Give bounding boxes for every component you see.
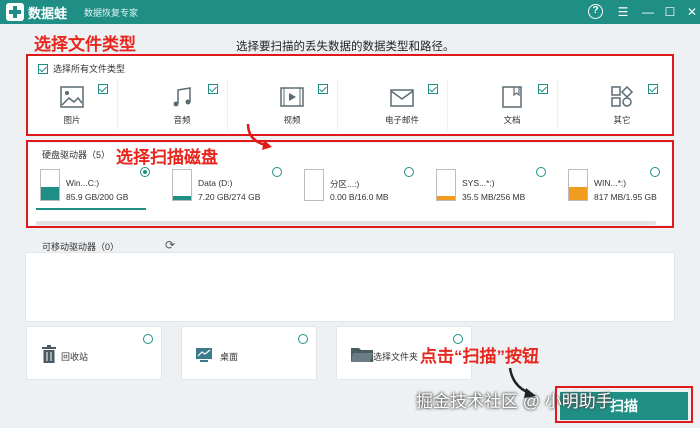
annotation-arrowhead xyxy=(262,140,272,150)
annotation-arrow-scan xyxy=(508,367,533,396)
annotation-arrowhead xyxy=(524,388,536,398)
annotation-arrows xyxy=(246,123,536,398)
